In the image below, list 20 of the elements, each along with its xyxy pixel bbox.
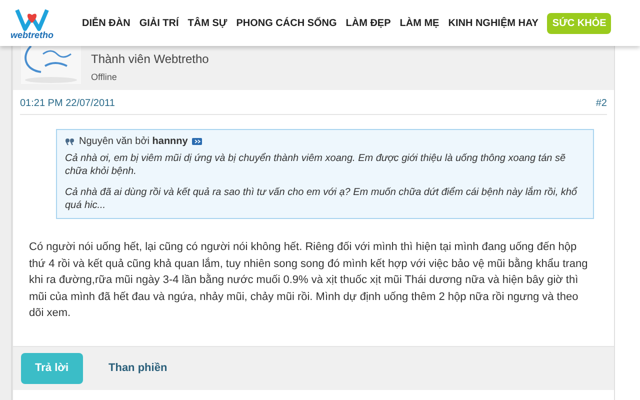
nav-link[interactable]: DIỄN ĐÀN — [82, 16, 130, 30]
post-number[interactable]: #2 — [596, 96, 607, 111]
nav-link[interactable]: GIẢI TRÍ — [139, 16, 179, 30]
report-link[interactable]: Than phiền — [98, 360, 178, 377]
logo-icon — [15, 6, 49, 30]
nav-link[interactable]: LÀM ĐẸP — [346, 16, 391, 30]
nav-link[interactable]: KINH NGHIỆM HAY — [448, 16, 538, 30]
post-date: 01:21 PM 22/07/2011 — [20, 97, 115, 111]
quote-author: Nguyên văn bởi hannny — [79, 135, 188, 149]
view-post-icon[interactable] — [192, 138, 202, 145]
quote-text: Cả nhà đã ai dùng rồi và kết quả ra sao thì tư vấn cho em với ạ? Em muốn chữa dứt điểm cái bệnh này lắm rồi, khổ quá hic... — [65, 186, 578, 212]
logo-text: webtretho — [10, 30, 54, 40]
post-body: Có người nói uống hết, lại cũng có người nói không hết. Riêng đối với mình thì hiện tại mình đang uống đến hộp thứ 4 rồi và kết quả cũng khả quan lắm, tuy nhiên song song đó mình kết hợp với việc bảo vệ mũi bằng khẩu trang khi ra đường,rữa mũi ngày 3-4 lần bằng nước muối 0.9% và xịt thuốc xịt mũi Thái dương nữa và hiện bây giờ thì mũi của mình đã hết đau và ngứa, nhảy mũi, chảy mũi rồi. Mình dự định uống thêm 2 hộp nữa rồi ngưng và theo dõi xem. — [29, 240, 589, 321]
nav-link[interactable]: TÂM SỰ — [188, 16, 228, 30]
online-status: Offline — [91, 71, 118, 84]
member-title: Thành viên Webtretho — [91, 51, 209, 68]
quote-icon — [65, 138, 75, 146]
quote-text: Cả nhà ơi, em bị viêm mũi dị ứng và bị chuyển thành viêm xoang. Em được giới thiệu là uống thông xoang tán sẽ chữa khỏi bệnh. — [65, 152, 567, 178]
nav-link[interactable]: LÀM MẸ — [400, 16, 440, 30]
nav-link[interactable]: PHONG CÁCH SỐNG — [236, 16, 337, 30]
